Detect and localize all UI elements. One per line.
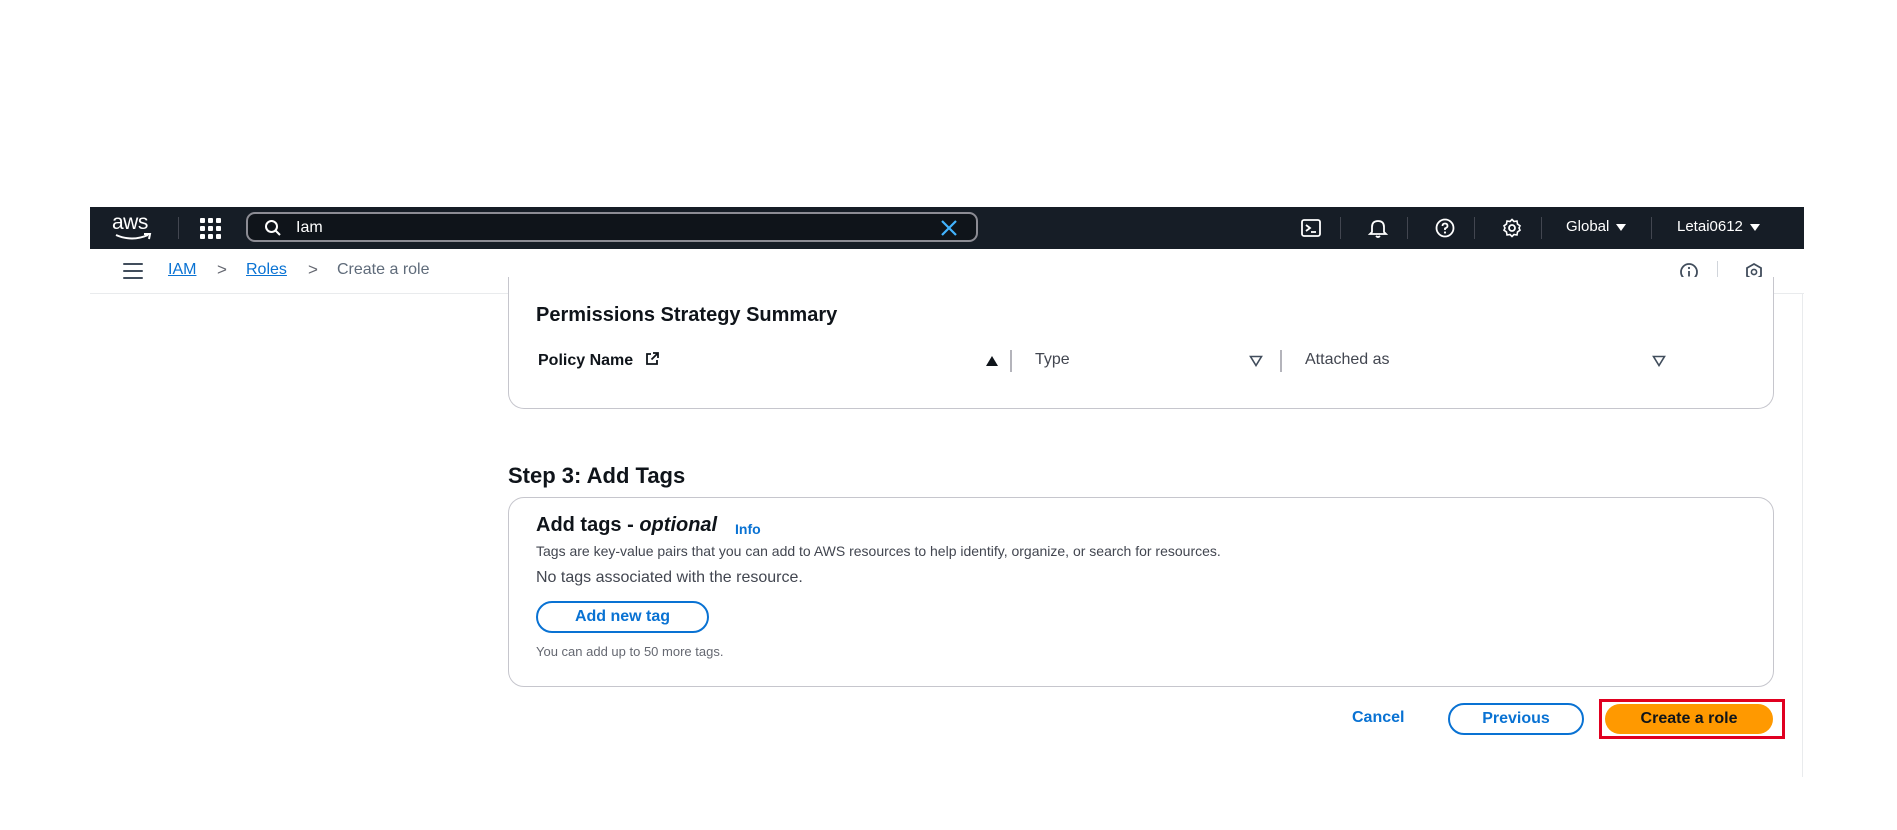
no-tags-message: No tags associated with the resource. xyxy=(536,569,803,586)
nav-separator xyxy=(1340,217,1341,239)
info-link[interactable]: Info xyxy=(735,521,761,537)
tags-limit-hint: You can add up to 50 more tags. xyxy=(536,644,724,659)
sort-icon[interactable] xyxy=(1249,355,1263,367)
clear-icon[interactable] xyxy=(940,219,958,237)
apps-grid-icon[interactable] xyxy=(200,218,222,239)
nav-separator xyxy=(1474,217,1475,239)
column-divider[interactable] xyxy=(1010,350,1012,372)
column-header-policy-name[interactable]: Policy Name xyxy=(538,351,660,370)
cloudshell-icon[interactable] xyxy=(1300,217,1322,239)
nav-separator xyxy=(1651,217,1652,239)
column-header-attached-as[interactable]: Attached as xyxy=(1305,351,1390,369)
column-label: Policy Name xyxy=(538,352,634,369)
caret-down-icon xyxy=(1616,223,1627,231)
column-divider[interactable] xyxy=(1280,350,1282,372)
cancel-button[interactable]: Cancel xyxy=(1352,709,1404,727)
previous-button[interactable]: Previous xyxy=(1448,703,1584,735)
region-selector[interactable]: Global xyxy=(1566,218,1627,235)
external-link-icon[interactable] xyxy=(644,351,660,367)
nav-separator xyxy=(1541,217,1542,239)
console-frame: aws Iam Global Letai0612 IAM > Roles > C… xyxy=(90,207,1804,777)
nav-separator xyxy=(178,217,179,239)
aws-smile-icon xyxy=(115,233,152,240)
permissions-summary-title: Permissions Strategy Summary xyxy=(536,304,838,326)
account-label: Letai0612 xyxy=(1677,218,1743,235)
breadcrumb-roles[interactable]: Roles xyxy=(246,261,287,279)
column-header-type[interactable]: Type xyxy=(1035,351,1070,369)
top-navigation: aws Iam Global Letai0612 xyxy=(90,207,1804,249)
region-label: Global xyxy=(1566,218,1610,235)
sort-ascending-icon[interactable] xyxy=(985,355,999,367)
menu-icon[interactable] xyxy=(123,263,143,279)
help-icon[interactable] xyxy=(1434,217,1456,239)
search-input[interactable]: Iam xyxy=(246,212,978,242)
account-menu[interactable]: Letai0612 xyxy=(1677,218,1760,235)
permissions-summary-card xyxy=(508,277,1774,409)
breadcrumb-current: Create a role xyxy=(337,261,430,278)
optional-label: optional xyxy=(639,514,718,536)
step-3-heading: Step 3: Add Tags xyxy=(508,463,686,488)
content-right-border xyxy=(1802,293,1803,777)
caret-down-icon xyxy=(1749,223,1760,231)
create-role-button[interactable]: Create a role xyxy=(1605,704,1773,734)
add-new-tag-button[interactable]: Add new tag xyxy=(536,601,709,633)
bell-icon[interactable] xyxy=(1367,217,1389,239)
add-tags-description: Tags are key-value pairs that you can ad… xyxy=(536,543,1221,559)
gear-icon[interactable] xyxy=(1501,217,1523,239)
breadcrumb-iam[interactable]: IAM xyxy=(168,261,196,279)
add-tags-title: Add tags - optional xyxy=(536,514,717,537)
aws-logo[interactable]: aws xyxy=(112,211,156,243)
breadcrumb-separator: > xyxy=(308,260,318,279)
sort-icon[interactable] xyxy=(1652,355,1666,367)
search-icon xyxy=(265,220,281,236)
breadcrumb-separator: > xyxy=(217,260,227,279)
nav-separator xyxy=(1407,217,1408,239)
search-value: Iam xyxy=(296,219,323,236)
add-tags-title-text: Add tags - xyxy=(536,514,640,536)
